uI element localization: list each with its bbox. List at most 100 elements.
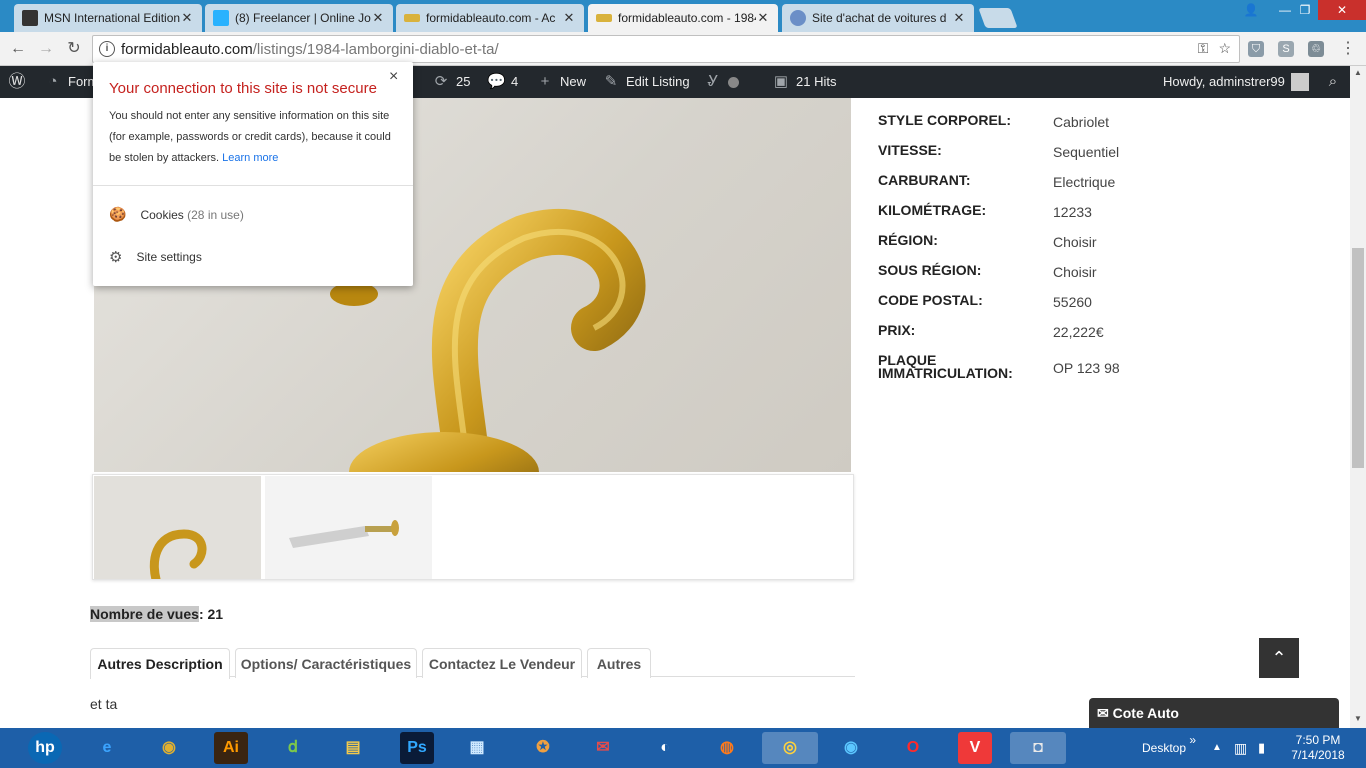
photoshop-icon[interactable]: Ps (400, 732, 434, 764)
opera-icon[interactable]: O (896, 732, 930, 764)
yoast-icon: Ꮍ (707, 73, 719, 90)
browser-tab-freelancer[interactable]: (8) Freelancer | Online Jobs ✕ (205, 4, 393, 32)
illustrator-icon[interactable]: Ai (214, 732, 248, 764)
tab-autres-description[interactable]: Autres Description (90, 648, 230, 679)
scroll-to-top-button[interactable]: ⌃ (1259, 638, 1299, 678)
notepad-icon[interactable]: ▦ (460, 732, 494, 764)
file-explorer-icon[interactable]: ▤ (336, 732, 370, 764)
hook-thumbnail-image (149, 529, 207, 579)
browser-tab-strip: MSN International Edition ✕ (8) Freelanc… (0, 0, 1366, 32)
camera-app-icon[interactable]: ◘ (1010, 732, 1066, 764)
yoast-menu[interactable]: Ꮍ (704, 66, 739, 98)
formidable-favicon-icon (404, 14, 420, 22)
forward-arrow-icon[interactable]: → (36, 39, 56, 59)
cote-auto-widget[interactable]: ✉ Cote Auto (1089, 698, 1339, 728)
msn-favicon-icon (22, 10, 38, 26)
popup-title: Your connection to this site is not secu… (109, 80, 377, 97)
page-scrollbar[interactable]: ▲ ▼ (1350, 66, 1366, 728)
edit-listing-link[interactable]: ✎ Edit Listing (602, 66, 690, 98)
vivaldi-icon[interactable]: V (958, 732, 992, 764)
freelancer-favicon-icon (213, 10, 229, 26)
thumbnail-anchor[interactable] (265, 476, 432, 579)
cookie-icon: 🍪 (109, 206, 127, 222)
dashboard-icon: ◔ (48, 73, 58, 90)
shield-extension-icon[interactable]: ⛉ (1248, 41, 1264, 57)
media-player-icon[interactable]: ◉ (152, 732, 186, 764)
listing-tabs: Autres Description Options/ Caractéristi… (90, 648, 855, 679)
back-arrow-icon[interactable]: ← (8, 39, 28, 59)
close-icon[interactable]: × (389, 68, 398, 86)
media-eye-icon[interactable]: ◉ (834, 732, 868, 764)
updates-menu[interactable]: ⟳ 25 (432, 66, 471, 98)
view-count: Nombre de vues: 21 (90, 606, 224, 622)
window-close-icon[interactable]: ✕ (1318, 0, 1366, 20)
bookmark-star-icon[interactable]: ☆ (1218, 40, 1231, 57)
site-info-icon[interactable]: i (99, 41, 115, 57)
url-domain: formidableauto.com (121, 40, 253, 58)
hp-start-icon[interactable]: hp (28, 732, 62, 764)
site-info-popup: Your connection to this site is not secu… (93, 62, 413, 286)
tab-contactez-vendeur[interactable]: Contactez Le Vendeur (422, 648, 582, 678)
user-profile-icon[interactable]: 👤 (1236, 0, 1266, 20)
tab-options-caracteristiques[interactable]: Options/ Caractéristiques (235, 648, 417, 678)
wordpress-logo-icon[interactable]: Ⓦ (8, 66, 26, 98)
scroll-down-arrow-icon[interactable]: ▼ (1350, 714, 1366, 723)
desktop-toolbar[interactable]: Desktop » (1142, 728, 1196, 768)
tab-autres[interactable]: Autres (587, 648, 651, 678)
dreamweaver-icon[interactable]: ⅾ (276, 732, 310, 764)
close-tab-icon[interactable]: ✕ (562, 10, 576, 26)
clock-app-icon[interactable]: ✪ (526, 732, 560, 764)
browser-tab-formidable-admin[interactable]: formidableauto.com - Ac ✕ (396, 4, 584, 32)
skype-extension-icon[interactable]: S (1278, 41, 1294, 57)
close-tab-icon[interactable]: ✕ (756, 10, 770, 26)
show-hidden-icons-icon[interactable]: ▲ (1212, 728, 1222, 768)
description-text: et ta (90, 696, 118, 712)
wall-anchor-thumbnail-image (289, 520, 399, 548)
internet-explorer-icon[interactable]: e (90, 732, 124, 764)
browser-tab-formidable-listing[interactable]: formidableauto.com - 1984 ✕ (588, 4, 778, 32)
firefox-icon[interactable]: ◍ (710, 732, 744, 764)
hits-counter[interactable]: ▣ 21 Hits (772, 66, 837, 98)
system-clock[interactable]: 7:50 PM 7/14/2018 (1290, 728, 1346, 768)
account-menu[interactable]: Howdy, adminstrer99 (1163, 66, 1309, 98)
monitor-eye-icon: ▣ (773, 73, 789, 90)
signal-icon[interactable]: ▮ (1258, 728, 1265, 768)
windows-taskbar: hp e ◉ Ai ⅾ ▤ Ps ▦ ✪ ✉ ◐ ◍ ◎ ◉ O V ◘ Des… (0, 728, 1366, 768)
gear-icon: ⚙ (109, 249, 123, 266)
address-bar[interactable]: i formidableauto.com /listings/1984-lamb… (92, 35, 1240, 63)
key-icon[interactable]: ⚿ (1198, 40, 1209, 57)
avatar (1290, 73, 1309, 91)
envelope-icon: ✉ (1097, 705, 1109, 721)
scroll-up-arrow-icon[interactable]: ▲ (1350, 68, 1366, 77)
restore-icon[interactable]: ❐ (1290, 0, 1320, 20)
cookies-row[interactable]: 🍪 Cookies (28 in use) (109, 206, 244, 223)
thumbnail-hook[interactable] (94, 476, 261, 579)
new-content-menu[interactable]: + New (536, 66, 586, 98)
close-tab-icon[interactable]: ✕ (371, 10, 385, 26)
menu-dots-icon[interactable]: ⋮ (1338, 39, 1358, 59)
new-tab-button[interactable] (978, 8, 1018, 28)
browser-toolbar: ← → ↻ i formidableauto.com /listings/198… (0, 32, 1366, 66)
close-tab-icon[interactable]: ✕ (180, 10, 194, 26)
site-favicon-icon (790, 10, 806, 26)
site-name-menu[interactable]: ◔ Form (44, 66, 98, 98)
mail-icon[interactable]: ✉ (586, 732, 620, 764)
site-settings-row[interactable]: ⚙ Site settings (109, 248, 202, 266)
search-icon[interactable]: ⌕ (1324, 66, 1342, 98)
comments-menu[interactable]: 💬 4 (487, 66, 518, 98)
learn-more-link[interactable]: Learn more (222, 152, 278, 164)
scrollbar-thumb[interactable] (1352, 248, 1364, 468)
reload-icon[interactable]: ↻ (64, 39, 84, 59)
browser-tab-site-achat[interactable]: Site d'achat de voitures d ✕ (782, 4, 974, 32)
seo-status-dot-icon (728, 76, 739, 88)
network-icon[interactable]: ▥ (1234, 728, 1247, 768)
updates-icon: ⟳ (434, 73, 448, 90)
recycle-extension-icon[interactable]: ♲ (1308, 41, 1324, 57)
comment-icon: 💬 (487, 73, 506, 90)
browser-tab-msn[interactable]: MSN International Edition ✕ (14, 4, 202, 32)
divider (93, 185, 413, 186)
chrome-icon[interactable]: ◎ (762, 732, 818, 764)
close-tab-icon[interactable]: ✕ (952, 10, 966, 26)
mozilla-app-icon[interactable]: ◐ (648, 732, 682, 764)
url-path: /listings/1984-lamborgini-diablo-et-ta/ (252, 40, 499, 58)
